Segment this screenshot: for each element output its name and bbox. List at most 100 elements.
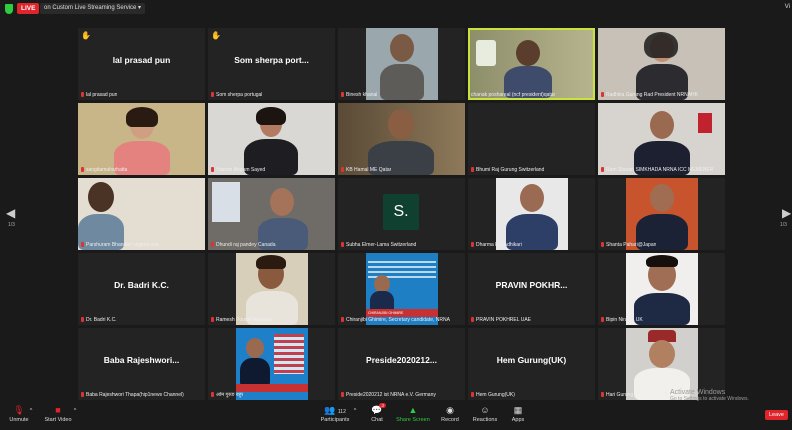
raised-hand-icon: ✋ <box>211 31 221 40</box>
participant-video <box>626 253 698 325</box>
participant-avatar-initial: S. <box>383 194 419 230</box>
participant-display-name: PRAVIN POKHR... <box>495 280 568 290</box>
participant-caption: Baba Rajeshwori Thapa(hip1news Channel) <box>81 392 184 398</box>
previous-page-arrow-icon[interactable]: ◀ <box>6 206 15 220</box>
participant-tile[interactable]: Dharma Raj Adhikari <box>468 178 595 250</box>
participant-caption: Bhumi Raj Gurung Switzerland <box>471 167 544 173</box>
muted-mic-icon <box>81 167 84 172</box>
participant-name: Subha Elmer-Lama Switzerland <box>346 242 417 248</box>
participant-tile[interactable]: S. Subha Elmer-Lama Switzerland <box>338 178 465 250</box>
active-speaker-tile[interactable]: chanak poshareal (ncf president)qatar <box>468 28 595 100</box>
participant-name: Radhika Gurung Rad President NRNAHK <box>606 92 698 98</box>
participant-name: KB Hamal ME Qatar <box>346 167 392 173</box>
participant-tile[interactable]: Binesh khanal <box>338 28 465 100</box>
record-label: Record <box>441 417 459 423</box>
participants-count: 112 <box>337 409 346 415</box>
chat-button[interactable]: 💬 3 Chat <box>366 403 388 423</box>
view-button[interactable]: Vi <box>785 4 790 10</box>
next-page-arrow-icon[interactable]: ▶ <box>782 206 791 220</box>
top-bar: LIVE on Custom Live Streaming Service ▾ … <box>0 0 792 18</box>
participant-caption: Yasmin Begam Sayed <box>211 167 265 173</box>
participant-tile[interactable]: Yasmin Begam Sayed <box>208 103 335 175</box>
participant-tile[interactable]: CHIRANJIBI GHIMIRE Chiranjibi Ghimire, S… <box>338 253 465 325</box>
participant-caption: Radhika Gurung Rad President NRNAHK <box>601 92 698 98</box>
apps-label: Apps <box>511 417 525 423</box>
participant-name: Baba Rajeshwori Thapa(hip1news Channel) <box>86 392 184 398</box>
reactions-button[interactable]: ☺ Reactions <box>470 405 500 423</box>
streaming-service-dropdown[interactable]: on Custom Live Streaming Service ▾ <box>40 3 146 14</box>
participant-video <box>470 30 593 98</box>
participant-tile[interactable]: Radhika Gurung Rad President NRNAHK <box>598 28 725 100</box>
participant-caption: Ram Sharan SIMKHADA NRNA ICC MEMEBER <box>601 167 713 173</box>
chat-label: Chat <box>371 417 383 423</box>
muted-mic-icon <box>471 317 474 322</box>
participant-name: Som sherpa portugal <box>216 92 263 98</box>
participant-video <box>236 253 308 325</box>
participant-tile[interactable]: ✋ Som sherpa port... Som sherpa portugal <box>208 28 335 100</box>
participant-tile[interactable]: Shanta Pahari@Japan <box>598 178 725 250</box>
unmute-label: Unmute <box>9 417 29 423</box>
muted-mic-icon <box>601 92 604 97</box>
participant-tile[interactable]: Ram Sharan SIMKHADA NRNA ICC MEMEBER <box>598 103 725 175</box>
poster-candidate-name: CHIRANJIBI GHIMIRE <box>368 311 404 315</box>
participant-tile[interactable]: Hem Gurung(UK) Hem Gurung(UK) <box>468 328 595 400</box>
page-indicator-left: 1/3 <box>8 222 15 228</box>
muted-mic-icon <box>211 242 214 247</box>
participant-tile[interactable]: Dr. Badri K.C. Dr. Badri K.C. <box>78 253 205 325</box>
muted-mic-icon <box>211 92 214 97</box>
participant-tile[interactable]: sangitamaharhatta <box>78 103 205 175</box>
participant-name: Bhumi Raj Gurung Switzerland <box>476 167 545 173</box>
page-indicator-right: 1/3 <box>780 222 787 228</box>
participant-tile[interactable]: PRAVIN POKHR... PRAVIN POKHREL UAE <box>468 253 595 325</box>
reactions-label: Reactions <box>472 417 498 423</box>
participant-tile[interactable]: Bhumi Raj Gurung Switzerland <box>468 103 595 175</box>
participant-caption: Preside2020212 ist NRNA e.V. Germany <box>341 392 436 398</box>
participant-tile[interactable]: Preside2020212... Preside2020212 ist NRN… <box>338 328 465 400</box>
muted-mic-icon <box>601 392 604 397</box>
participant-name: Hem Gurung(UK) <box>476 392 515 398</box>
participant-tile[interactable]: KB Hamal ME Qatar <box>338 103 465 175</box>
muted-mic-icon <box>81 392 84 397</box>
muted-mic-icon <box>601 317 604 322</box>
participant-video <box>366 28 438 100</box>
participant-caption: Som sherpa portugal <box>211 92 262 98</box>
participant-tile[interactable]: Bipin Niraula UK <box>598 253 725 325</box>
participants-icon-row: 👥 112 <box>318 405 352 415</box>
start-video-button[interactable]: ■ Start Video <box>42 405 74 423</box>
participant-name: Preside2020212 ist NRNA e.V. Germany <box>346 392 436 398</box>
participant-display-name: Som sherpa port... <box>234 55 309 65</box>
apps-button[interactable]: ▦ Apps <box>506 405 530 423</box>
participants-options-chevron-icon[interactable]: ^ <box>352 408 358 414</box>
participant-name: chanak poshareal (ncf president)qatar <box>471 92 556 98</box>
participant-tile[interactable]: ओम गुरुङ बहुर <box>208 328 335 400</box>
share-screen-label: Share Screen <box>396 417 430 423</box>
video-options-chevron-icon[interactable]: ^ <box>72 408 78 414</box>
campaign-poster-image: CHIRANJIBI GHIMIRE <box>366 253 438 325</box>
participant-video <box>598 103 725 175</box>
participant-tile[interactable]: Baba Rajeshwori... Baba Rajeshwori Thapa… <box>78 328 205 400</box>
participant-name: Ramesh Poudel Australia <box>216 317 273 323</box>
participant-caption: Bipin Niraula UK <box>601 317 643 323</box>
participant-video <box>208 178 335 250</box>
participant-video <box>78 103 205 175</box>
record-button[interactable]: ◉ Record <box>438 405 462 423</box>
muted-mic-icon <box>81 242 84 247</box>
audio-options-chevron-icon[interactable]: ^ <box>28 408 34 414</box>
participants-button[interactable]: 👥 112 Participants <box>318 405 352 423</box>
participant-caption: Chiranjibi Ghimire, Secretary candidate,… <box>341 317 450 323</box>
activate-windows-watermark: Activate Windows Go to Settings to activ… <box>670 389 749 402</box>
security-shield-icon[interactable] <box>5 4 13 14</box>
muted-mic-icon <box>601 242 604 247</box>
participant-tile[interactable]: Dhundi raj pandey Canada <box>208 178 335 250</box>
participant-caption: KB Hamal ME Qatar <box>341 167 391 173</box>
share-screen-button[interactable]: ▲ Share Screen <box>396 405 430 423</box>
muted-mic-icon <box>341 392 344 397</box>
participant-tile[interactable]: Parshuram Bhandari virginia usa <box>78 178 205 250</box>
participant-video <box>468 103 595 175</box>
live-badge[interactable]: LIVE <box>17 3 40 14</box>
participant-video <box>208 103 335 175</box>
participant-tile[interactable]: ✋ lal prasad pun lal prasad pun <box>78 28 205 100</box>
leave-button[interactable]: Leave <box>765 410 788 420</box>
participant-tile[interactable]: Ramesh Poudel Australia <box>208 253 335 325</box>
participant-name: ओम गुरुङ बहुर <box>216 392 244 398</box>
